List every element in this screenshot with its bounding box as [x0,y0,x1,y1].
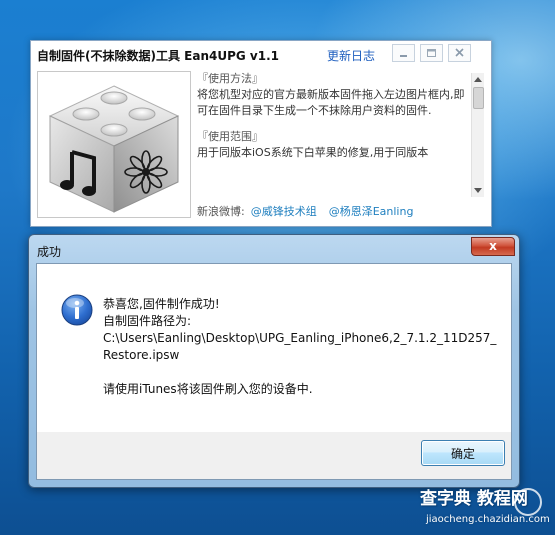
message-line-path-label: 自制固件路径为: [103,314,192,328]
firmware-drop-box[interactable] [37,71,191,218]
message-line-path-end: Restore.ipsw [103,348,180,362]
weibo-row: 新浪微博: @威锋技术组 @杨恩泽Eanling [197,203,413,219]
message-line-instruction: 请使用iTunes将该固件刷入您的设备中. [103,382,313,396]
window-close-button[interactable] [448,44,471,62]
dialog-message: 恭喜您,固件制作成功! 自制固件路径为: C:\Users\Eanling\De… [103,296,503,398]
message-line-success: 恭喜您,固件制作成功! [103,297,220,311]
tool-window-title: 自制固件(不抹除数据)工具 Ean4UPG v1.1 [37,49,279,63]
scroll-thumb[interactable] [473,87,484,109]
dialog-message-panel: 恭喜您,固件制作成功! 自制固件路径为: C:\Users\Eanling\De… [37,264,511,432]
tool-window: 自制固件(不抹除数据)工具 Ean4UPG v1.1 更新日志 『使用方法』 将… [30,40,492,227]
instructions-scrollbar[interactable] [471,73,484,197]
watermark-circle-icon [514,488,542,516]
instructions-text-area[interactable]: 『使用方法』 将您机型对应的官方最新版本固件拖入左边图片框内,即可在固件目录下生… [197,71,467,199]
ok-button[interactable]: 确定 [421,440,505,466]
scope-header: 『使用范围』 [197,130,263,143]
weibo-label: 新浪微博: [197,205,245,218]
maximize-icon [427,49,436,57]
update-log-link[interactable]: 更新日志 [327,47,375,64]
dialog-client-area: 恭喜您,固件制作成功! 自制固件路径为: C:\Users\Eanling\De… [36,263,512,480]
message-line-path: C:\Users\Eanling\Desktop\UPG_Eanling_iPh… [103,331,497,345]
watermark-sub: jiaocheng.chazidian.com [426,514,550,525]
scope-text: 用于同版本iOS系统下白苹果的修复,用于同版本 [197,146,429,159]
dialog-title: 成功 [37,245,62,259]
scroll-up-icon[interactable] [474,77,482,82]
site-watermark: 查字典 教程网 jiaocheng.chazidian.com [420,484,555,532]
dialog-close-button[interactable]: x [471,237,515,256]
watermark-main: 查字典 教程网 [420,489,528,509]
maximize-button[interactable] [420,44,443,62]
scroll-down-icon[interactable] [474,188,482,193]
close-x-icon: x [489,239,497,253]
minimize-button[interactable] [392,44,415,62]
info-icon [61,294,93,326]
minimize-icon [400,55,407,57]
usage-text: 将您机型对应的官方最新版本固件拖入左边图片框内,即可在固件目录下生成一个不抹除用… [197,88,465,117]
close-icon [455,48,464,57]
weibo-link-eanling[interactable]: @杨恩泽Eanling [329,205,414,218]
itunes-iphone-icon [48,85,180,213]
success-dialog: 成功 x 恭喜您,固件制作成功! 自制固件路径为: C:\Users\Eanli… [28,234,520,488]
weibo-link-weifeng[interactable]: @威锋技术组 [251,205,317,218]
usage-header: 『使用方法』 [197,72,263,85]
